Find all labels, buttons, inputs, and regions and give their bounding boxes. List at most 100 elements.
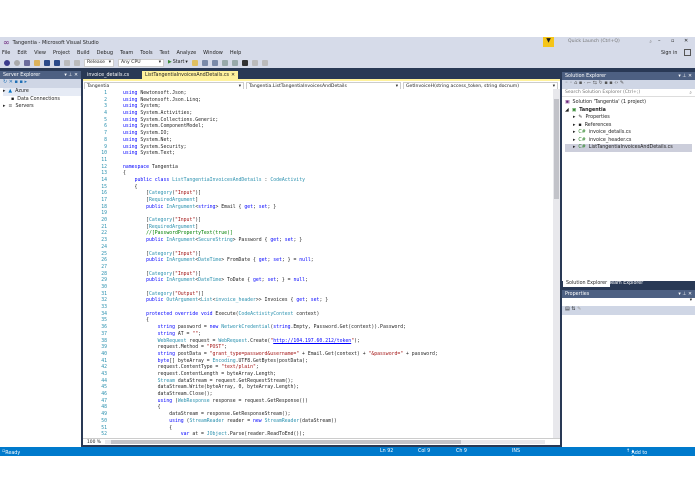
sign-in-link[interactable]: Sign in xyxy=(661,51,677,56)
menu-analyze[interactable]: Analyze xyxy=(176,50,196,56)
tab-solution-explorer[interactable]: Solution Explorer xyxy=(563,280,611,287)
solution-search-input[interactable]: Search Solution Explorer (Ctrl+;) ⌕ xyxy=(562,89,695,97)
save-all-icon[interactable] xyxy=(54,59,60,66)
bookmark-icon[interactable] xyxy=(241,59,248,66)
tab-invoice-details[interactable]: invoice_details.cs xyxy=(84,71,132,79)
code-token: ; xyxy=(310,258,314,264)
tree-item-invoice-header[interactable]: ▸ C# invoice_header.cs xyxy=(565,137,692,145)
line-number: 26 xyxy=(101,258,107,264)
save-icon[interactable] xyxy=(44,59,50,66)
tree-item-list-tangentia[interactable]: ▸ C# ListTangentiaInvoicesAndDetails.cs xyxy=(565,144,692,152)
toolbar: Release ▾ Any CPU ▾ ▶ Start ▾ xyxy=(0,57,695,68)
configuration-select[interactable]: Release ▾ xyxy=(84,58,114,67)
tree-item-references[interactable]: ▸ ▪ References xyxy=(565,122,692,130)
chevron-down-icon: ▾ xyxy=(158,60,161,65)
code-token: ; } xyxy=(319,298,329,304)
bookmark-prev-icon[interactable] xyxy=(251,59,258,66)
code-text: public OutArgument<List<invoice_header>>… xyxy=(123,298,328,305)
code-token: Execute( xyxy=(212,311,239,317)
menu-team[interactable]: Team xyxy=(120,50,133,56)
horizontal-scrollbar[interactable] xyxy=(104,440,545,444)
menu-window[interactable]: Window xyxy=(203,50,223,56)
code-line: 23 public InArgument<SecureString> Passw… xyxy=(83,238,553,245)
code-token: )] xyxy=(195,218,201,224)
tree-item-data-connections[interactable]: ▪ Data Connections xyxy=(3,96,81,104)
categorized-icon[interactable]: ▤ xyxy=(565,306,570,312)
code-line: 29 public InArgument<DateTime> ToDate { … xyxy=(83,278,553,285)
panel-controls[interactable]: ▾ ⊥ ✕ xyxy=(678,292,692,297)
tree-solution[interactable]: ▣ Solution 'Tangentia' (1 project) xyxy=(565,99,692,107)
new-project-icon[interactable] xyxy=(24,59,30,66)
back-icon[interactable] xyxy=(4,59,10,66)
code-token: SecureString xyxy=(198,238,233,244)
undo-icon[interactable] xyxy=(64,59,70,66)
add-to-source-control-button[interactable]: ↑ Add to Source Control ▴ xyxy=(626,449,649,466)
code-text: request.Method = "POST"; xyxy=(123,345,227,352)
line-number: 42 xyxy=(101,365,107,371)
alphabetical-icon[interactable]: ⇅ xyxy=(571,306,575,312)
tree-project[interactable]: ◢ ▣ Tangentia xyxy=(565,107,692,115)
line-number: 39 xyxy=(101,345,107,351)
menu-help[interactable]: Help xyxy=(230,50,241,56)
quick-launch-input[interactable]: Quick Launch (Ctrl+Q) ⌕ xyxy=(568,39,652,46)
panel-controls[interactable]: ▾ ⊥ ✕ xyxy=(64,73,78,78)
comment-icon[interactable] xyxy=(201,59,208,66)
attach-icon[interactable] xyxy=(191,59,198,66)
panel-controls[interactable]: ▾ ⊥ ✕ xyxy=(678,74,692,79)
notification-flag-icon[interactable]: ▼ xyxy=(543,37,554,47)
close-button[interactable]: ✕ xyxy=(684,38,688,44)
tree-item-invoice-details[interactable]: ▸ C# invoice_details.cs xyxy=(565,129,692,137)
properties-object-select[interactable]: ▾ xyxy=(562,298,695,306)
code-token: null xyxy=(299,258,311,264)
minimize-button[interactable]: – xyxy=(658,38,661,44)
redo-icon[interactable] xyxy=(74,59,80,66)
start-button[interactable]: ▶ Start ▾ xyxy=(168,60,188,65)
code-token: > FromDate { xyxy=(221,258,259,264)
maximize-button[interactable]: ▫ xyxy=(671,38,674,44)
zoom-level[interactable]: 100 % xyxy=(87,440,101,445)
code-token: { xyxy=(123,425,173,431)
menu-file[interactable]: File xyxy=(2,50,10,56)
search-placeholder: Search Solution Explorer (Ctrl+;) xyxy=(565,90,641,95)
tree-item-servers[interactable]: ▸ ≡ Servers xyxy=(3,103,81,111)
indent-icon[interactable] xyxy=(221,59,228,66)
property-pages-icon[interactable]: ✎ xyxy=(577,306,581,312)
code-text: namespace Tangentia xyxy=(123,165,178,172)
uncomment-icon[interactable] xyxy=(211,59,218,66)
menu-build[interactable]: Build xyxy=(77,50,90,56)
server-icon: ≡ xyxy=(8,104,13,110)
tree-item-properties[interactable]: ▸ ✎ Properties xyxy=(565,114,692,122)
menu-project[interactable]: Project xyxy=(53,50,70,56)
menu-debug[interactable]: Debug xyxy=(97,50,113,56)
tab-list-tangentia[interactable]: ListTangentiaInvoicesAndDetails.cs ✕ xyxy=(142,71,238,79)
forward-icon[interactable] xyxy=(14,59,20,66)
code-token: CodeActivityContext xyxy=(238,311,294,317)
code-token: at = xyxy=(189,432,207,438)
tree-item-label: Azure xyxy=(15,89,29,95)
code-token: .UTF8.GetBytes(postData); xyxy=(235,358,308,364)
code-token: System.Net; xyxy=(137,137,173,143)
outdent-icon[interactable] xyxy=(231,59,238,66)
code-line: 43 request.ContentLength = byteArray.Len… xyxy=(83,372,553,379)
code-token: "Input" xyxy=(175,271,196,277)
line-number: 7 xyxy=(104,131,107,137)
platform-select[interactable]: Any CPU ▾ xyxy=(118,58,164,67)
menu-view[interactable]: View xyxy=(34,50,46,56)
code-token: ); xyxy=(354,338,360,344)
line-number: 8 xyxy=(104,137,107,143)
tree-item-azure[interactable]: ▸ ▲ Azure xyxy=(3,88,81,96)
bookmark-next-icon[interactable] xyxy=(261,59,268,66)
menu-tools[interactable]: Tools xyxy=(140,50,152,56)
editor-vertical-scrollbar[interactable] xyxy=(553,89,560,438)
code-token: InArgument xyxy=(166,238,196,244)
chevron-down-icon: ▾ xyxy=(238,83,241,89)
open-icon[interactable] xyxy=(34,59,40,66)
code-token: public xyxy=(146,258,164,264)
code-editor[interactable]: 1 using Newtonsoft.Json; 2 using Newtonsoft… xyxy=(83,89,560,438)
account-icon[interactable] xyxy=(684,49,691,56)
menu-test[interactable]: Test xyxy=(160,50,170,56)
close-tab-icon[interactable]: ✕ xyxy=(231,73,235,78)
tab-team-explorer[interactable]: Team Explorer xyxy=(606,280,646,287)
menu-edit[interactable]: Edit xyxy=(17,50,27,56)
